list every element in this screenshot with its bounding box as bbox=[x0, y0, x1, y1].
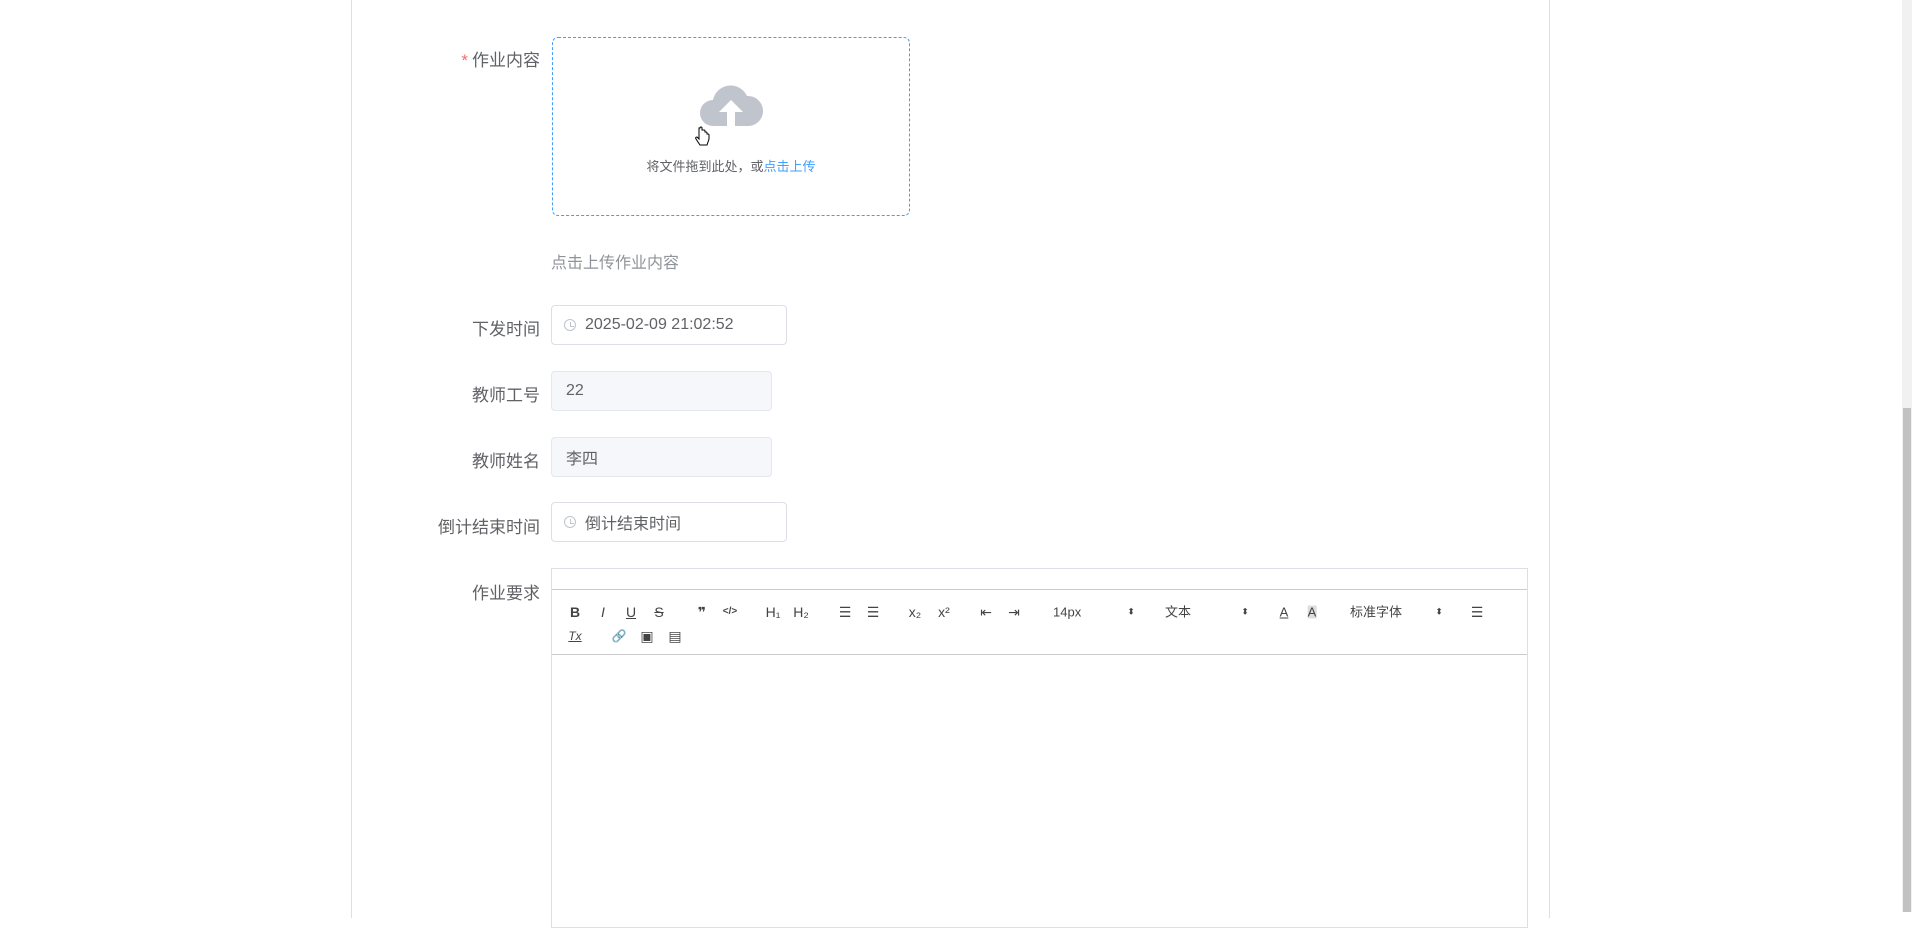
upload-text: 将文件拖到此处，或点击上传 bbox=[553, 156, 909, 175]
rich-text-editor: B I U S ❞ </> H₁ H₂ ☰ ☰ x₂ x² ⇤ ⇥ 14px ⬍… bbox=[551, 568, 1528, 928]
italic-button[interactable]: I bbox=[601, 605, 605, 619]
page-scrollbar[interactable] bbox=[1902, 0, 1912, 912]
editor-toolbar: B I U S ❞ </> H₁ H₂ ☰ ☰ x₂ x² ⇤ ⇥ 14px ⬍… bbox=[552, 589, 1527, 655]
upload-link[interactable]: 点击上传 bbox=[764, 159, 816, 174]
teacher-name-value: 李四 bbox=[566, 451, 599, 468]
subscript-button[interactable]: x₂ bbox=[909, 605, 921, 619]
ordered-list-button[interactable]: ☰ bbox=[839, 605, 852, 619]
issue-time-label: 下发时间 bbox=[472, 320, 540, 339]
superscript-button[interactable]: x² bbox=[938, 605, 950, 619]
teacher-id-label: 教师工号 bbox=[472, 386, 540, 405]
countdown-end-picker[interactable]: 倒计结束时间 bbox=[551, 502, 787, 542]
hand-cursor-icon bbox=[695, 126, 710, 146]
outdent-button[interactable]: ⇤ bbox=[980, 605, 992, 619]
strike-button[interactable]: S bbox=[654, 605, 663, 619]
teacher-name-label: 教师姓名 bbox=[472, 452, 540, 471]
countdown-end-label: 倒计结束时间 bbox=[438, 518, 540, 537]
code-block-button[interactable]: </> bbox=[723, 607, 737, 617]
underline-button[interactable]: U bbox=[626, 605, 636, 619]
upload-cloud-icon bbox=[700, 85, 763, 126]
video-button[interactable]: ▤ bbox=[668, 629, 681, 643]
align-button[interactable]: ☰ bbox=[1471, 605, 1484, 619]
editor-content-area[interactable] bbox=[552, 656, 1527, 927]
bullet-list-button[interactable]: ☰ bbox=[867, 605, 880, 619]
clock-icon bbox=[564, 319, 576, 331]
issue-time-value: 2025-02-09 21:02:52 bbox=[585, 316, 734, 333]
indent-button[interactable]: ⇥ bbox=[1008, 605, 1020, 619]
teacher-name-input[interactable]: 李四 bbox=[551, 437, 772, 477]
blockquote-button[interactable]: ❞ bbox=[698, 605, 706, 619]
background-color-button[interactable]: A bbox=[1307, 605, 1317, 619]
header-select[interactable]: 文本 bbox=[1165, 606, 1191, 619]
link-button[interactable]: 🔗 bbox=[612, 630, 627, 642]
header2-button[interactable]: H₂ bbox=[793, 605, 809, 619]
image-button[interactable]: ▣ bbox=[640, 629, 653, 643]
content-label: * 作业内容 bbox=[461, 46, 540, 71]
issue-time-picker[interactable]: 2025-02-09 21:02:52 bbox=[551, 305, 787, 345]
teacher-id-input[interactable]: 22 bbox=[551, 371, 772, 411]
required-mark: * bbox=[461, 51, 468, 70]
upload-instruction: 将文件拖到此处，或 bbox=[646, 159, 764, 174]
upload-hint: 点击上传作业内容 bbox=[551, 255, 680, 272]
requirements-label: 作业要求 bbox=[472, 584, 540, 603]
clear-format-button[interactable]: Tx bbox=[568, 630, 581, 642]
font-select-arrows-icon[interactable]: ⬍ bbox=[1435, 607, 1443, 617]
header1-button[interactable]: H₁ bbox=[766, 605, 781, 619]
bold-button[interactable]: B bbox=[570, 605, 580, 619]
upload-dropzone[interactable]: 将文件拖到此处，或点击上传 bbox=[552, 37, 910, 216]
countdown-end-placeholder: 倒计结束时间 bbox=[585, 516, 682, 533]
font-size-select[interactable]: 14px bbox=[1053, 606, 1081, 619]
scrollbar-thumb[interactable] bbox=[1903, 408, 1911, 912]
teacher-id-value: 22 bbox=[566, 382, 584, 399]
clock-icon bbox=[564, 516, 576, 528]
size-select-arrows-icon[interactable]: ⬍ bbox=[1127, 607, 1135, 617]
font-family-select[interactable]: 标准字体 bbox=[1350, 606, 1402, 619]
content-label-text: 作业内容 bbox=[472, 51, 540, 70]
header-select-arrows-icon[interactable]: ⬍ bbox=[1241, 607, 1249, 617]
text-color-button[interactable]: A bbox=[1280, 606, 1289, 619]
